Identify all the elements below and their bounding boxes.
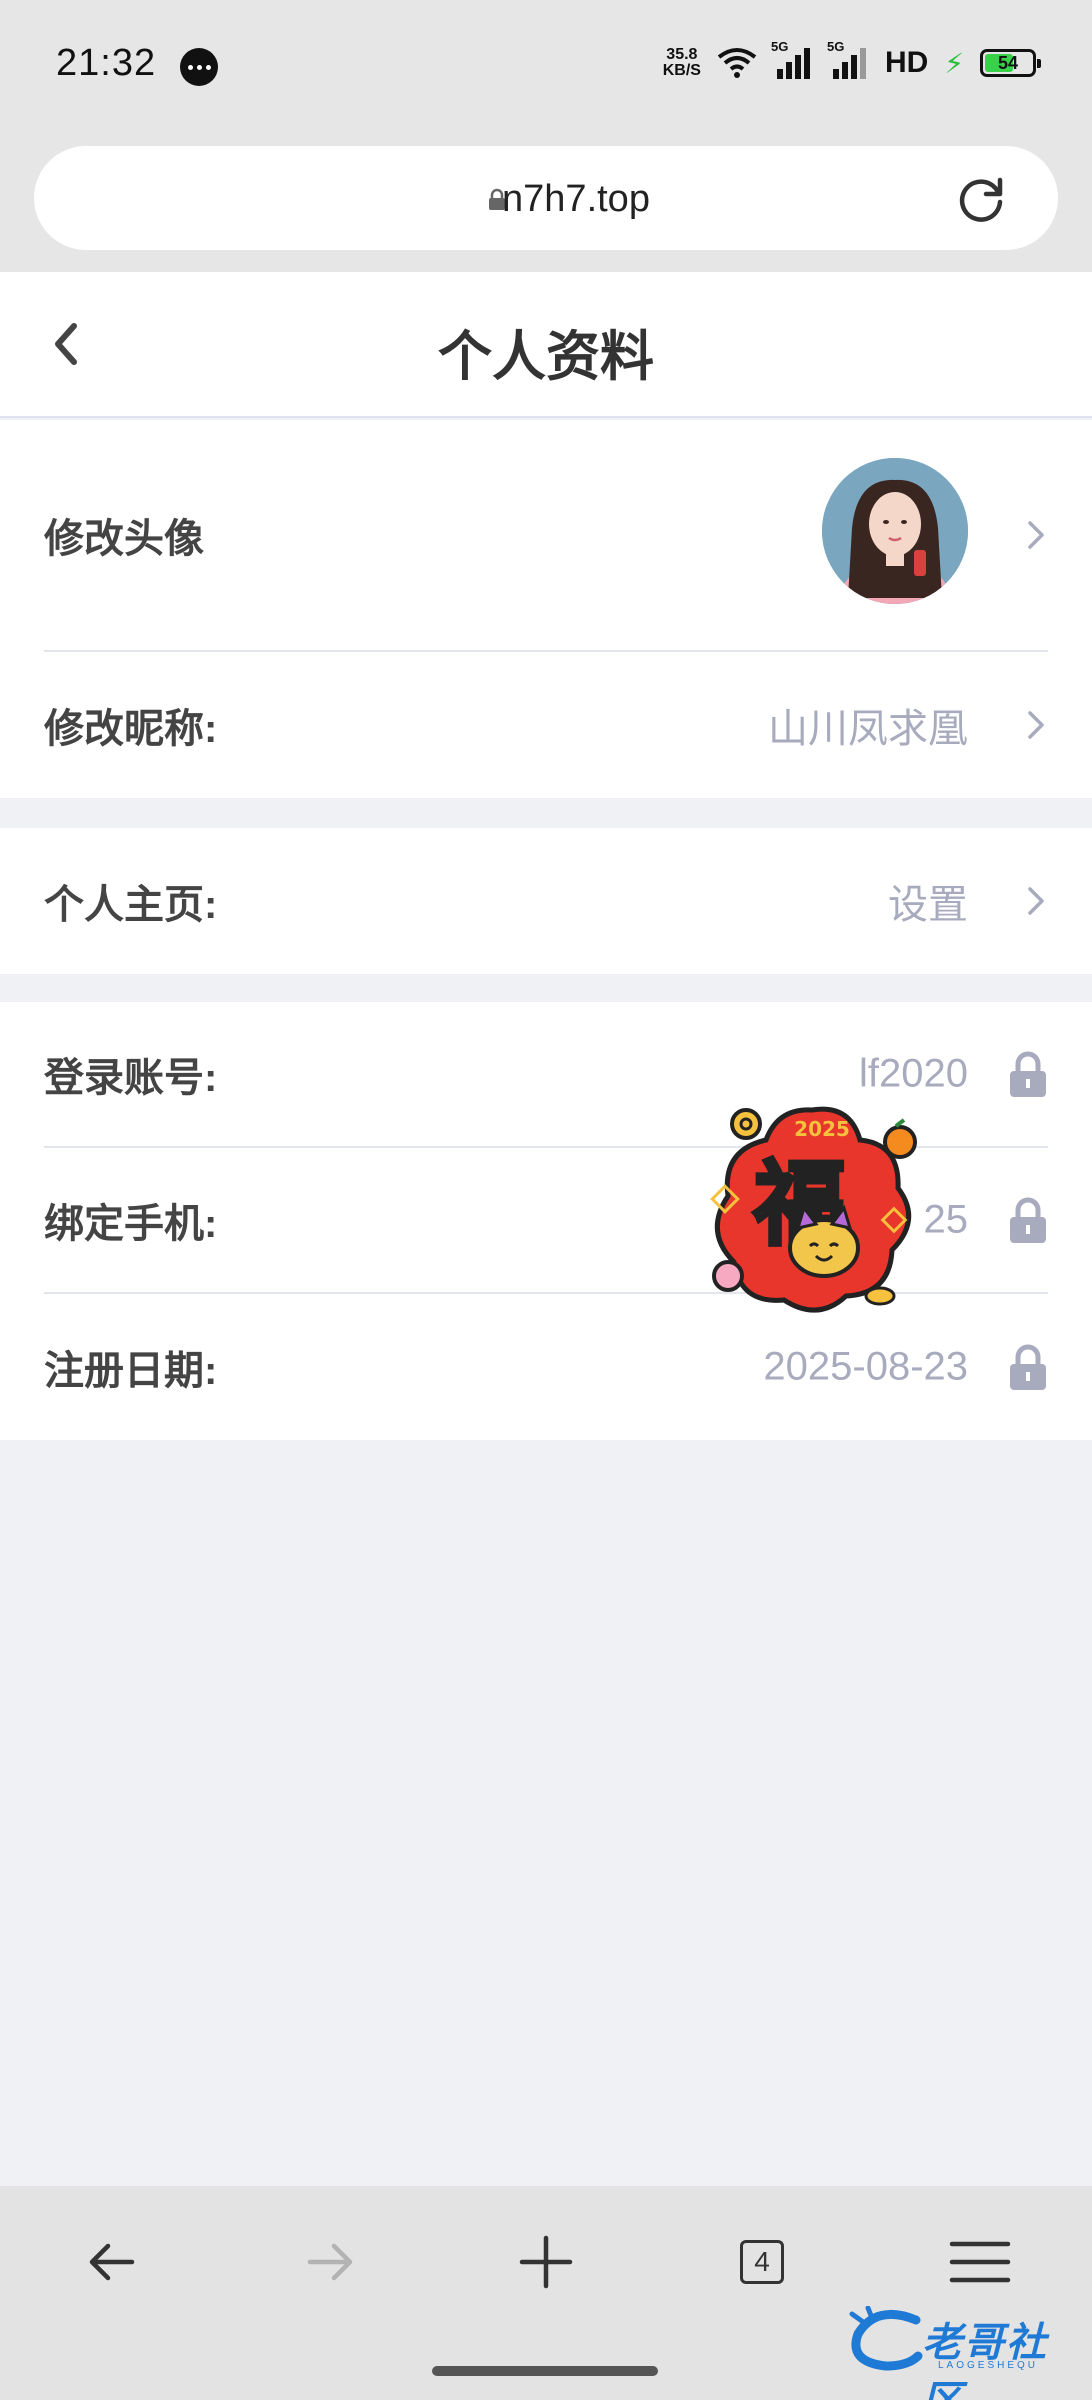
network-speed-value: 35.8: [666, 46, 698, 63]
browser-bottom-nav: 4 老哥社区 LAOGESHEQU: [0, 2186, 1092, 2400]
new-tab-button[interactable]: [506, 2222, 586, 2302]
account-label: 登录账号:: [44, 1056, 218, 1100]
app-header: 个人资料: [0, 272, 1092, 418]
wifi-icon: [717, 47, 757, 79]
lock-icon: [1010, 1197, 1046, 1243]
signal-2-tag: 5G: [826, 39, 845, 54]
watermark-text: 老哥社区: [922, 2321, 1048, 2400]
nav-forward-button[interactable]: [290, 2222, 370, 2302]
arrow-right-icon: [307, 2243, 353, 2281]
charging-icon: ⚡: [944, 47, 964, 79]
chevron-right-icon: [1028, 521, 1044, 549]
menu-button[interactable]: [940, 2222, 1020, 2302]
sticker-year: 2025: [794, 1117, 850, 1141]
site-watermark: 老哥社区 LAOGESHEQU: [846, 2304, 1076, 2400]
nickname-label: 修改昵称:: [44, 707, 218, 751]
status-indicators: 35.8 KB/S 5G 5G HD ⚡ 54: [663, 39, 1041, 80]
homepage-row[interactable]: 个人主页: 设置: [44, 828, 1048, 974]
homepage-label: 个人主页:: [44, 883, 218, 927]
hd-voice-indicator: HD: [884, 46, 929, 79]
phone-value: 25: [923, 1197, 969, 1242]
avatar-label: 修改头像: [44, 517, 204, 561]
tabs-count: 4: [740, 2240, 784, 2284]
fu-sticker[interactable]: 2025 福: [700, 1100, 930, 1325]
home-indicator[interactable]: [432, 2366, 658, 2376]
register-date-label: 注册日期:: [44, 1349, 218, 1393]
signal-1-tag: 5G: [770, 39, 789, 54]
page-title: 个人资料: [438, 327, 654, 387]
url-text[interactable]: n7h7.top: [34, 178, 1058, 221]
address-bar[interactable]: n7h7.top: [34, 146, 1058, 250]
account-value: lf2020: [859, 1051, 968, 1096]
hamburger-menu-icon: [949, 2241, 1011, 2283]
tabs-button[interactable]: 4: [722, 2222, 802, 2302]
status-time: 21:32: [56, 42, 157, 84]
profile-basic-group: 修改头像 修改昵称: 山川凤求凰: [0, 420, 1092, 798]
network-speed-unit: KB/S: [662, 62, 701, 79]
homepage-group: 个人主页: 设置: [0, 828, 1092, 974]
homepage-value: 设置: [888, 883, 968, 927]
plus-icon: [519, 2235, 573, 2289]
battery-icon: 54: [980, 49, 1041, 77]
network-speed: 35.8 KB/S: [663, 47, 701, 79]
lock-icon: [1010, 1051, 1046, 1097]
dragon-logo-icon: [849, 2306, 923, 2371]
arrow-left-icon: [89, 2243, 135, 2281]
status-bar: 21:32 35.8 KB/S 5G 5G HD ⚡ 54: [0, 0, 1092, 130]
chevron-right-icon: [1028, 711, 1044, 739]
register-date-value: 2025-08-23: [763, 1344, 968, 1389]
chevron-right-icon: [1028, 887, 1044, 915]
watermark-subtext: LAOGESHEQU: [938, 2360, 1039, 2371]
lock-icon: [1010, 1344, 1046, 1390]
cellular-signal-2-icon: 5G: [827, 39, 869, 79]
reload-icon[interactable]: [954, 172, 1008, 226]
avatar[interactable]: [822, 458, 968, 604]
battery-level: 54: [997, 52, 1019, 73]
phone-label: 绑定手机:: [44, 1202, 218, 1246]
browser-chrome: 21:32 35.8 KB/S 5G 5G HD ⚡ 54 n7h7.top: [0, 0, 1092, 272]
avatar-row[interactable]: 修改头像: [44, 420, 1048, 652]
nav-back-button[interactable]: [72, 2222, 152, 2302]
cellular-signal-icon: 5G: [771, 39, 813, 79]
message-notification-icon: [180, 48, 218, 86]
nickname-row[interactable]: 修改昵称: 山川凤求凰: [44, 652, 1048, 798]
nickname-value: 山川凤求凰: [768, 707, 968, 751]
